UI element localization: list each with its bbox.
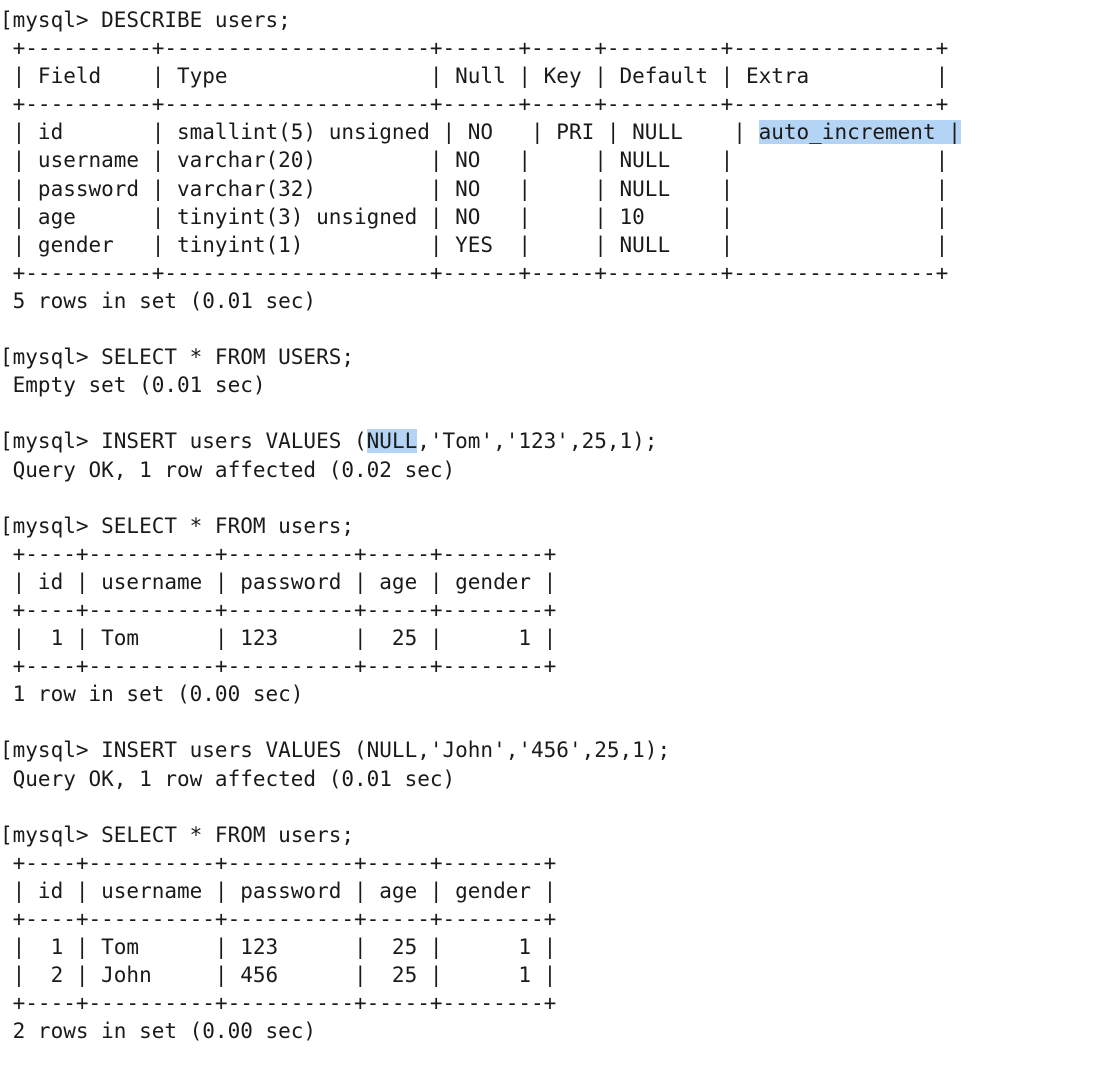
terminal-line-command: [mysql> INSERT users VALUES (NULL,'Tom',… xyxy=(0,427,1106,455)
line-text: | password | varchar(32) | NO | | NULL |… xyxy=(0,176,949,201)
line-text: | id | username | password | age | gende… xyxy=(0,569,557,594)
line-text: +----+----------+----------+-----+------… xyxy=(0,597,557,622)
line-text: [mysql> SELECT * FROM users; xyxy=(0,513,355,538)
line-text: 2 rows in set (0.00 sec) xyxy=(0,1019,317,1044)
line-text: | id | smallint(5) unsigned | NO | PRI |… xyxy=(0,120,759,145)
line-text: +----+----------+----------+-----+------… xyxy=(0,991,557,1016)
line-text: | gender | tinyint(1) | YES | | NULL | | xyxy=(0,232,949,257)
terminal-line-header: | Field | Type | Null | Key | Default | … xyxy=(0,62,1106,90)
line-text-tail: ,'Tom','123',25,1); xyxy=(417,429,658,454)
line-text: +----+----------+----------+-----+------… xyxy=(0,541,557,566)
line-text: | username | varchar(20) | NO | | NULL |… xyxy=(0,148,949,173)
line-text: 5 rows in set (0.01 sec) xyxy=(0,288,317,313)
line-text: +----+----------+----------+-----+------… xyxy=(0,654,557,679)
terminal-line-rule: +----+----------+----------+-----+------… xyxy=(0,989,1106,1017)
line-text: Empty set (0.01 sec) xyxy=(0,373,266,398)
line-text: Query OK, 1 row affected (0.02 sec) xyxy=(0,457,456,482)
terminal-line-rule: +----+----------+----------+-----+------… xyxy=(0,540,1106,568)
terminal-line-rule: +----+----------+----------+-----+------… xyxy=(0,905,1106,933)
line-text: | age | tinyint(3) unsigned | NO | | 10 … xyxy=(0,204,949,229)
terminal-line-command: [mysql> INSERT users VALUES (NULL,'John'… xyxy=(0,736,1106,764)
terminal-line-row: | password | varchar(32) | NO | | NULL |… xyxy=(0,175,1106,203)
terminal-line-status: Empty set (0.01 sec) xyxy=(0,371,1106,399)
line-text: | 1 | Tom | 123 | 25 | 1 | xyxy=(0,626,557,651)
line-text: +----+----------+----------+-----+------… xyxy=(0,850,557,875)
terminal-line-row: | username | varchar(20) | NO | | NULL |… xyxy=(0,146,1106,174)
line-text: Query OK, 1 row affected (0.01 sec) xyxy=(0,766,456,791)
terminal-line-command: [mysql> DESCRIBE users; xyxy=(0,6,1106,34)
line-text: +----------+---------------------+------… xyxy=(0,92,949,117)
line-text: | Field | Type | Null | Key | Default | … xyxy=(0,64,949,89)
terminal-line-row: | 2 | John | 456 | 25 | 1 | xyxy=(0,961,1106,989)
line-text: +----+----------+----------+-----+------… xyxy=(0,907,557,931)
line-text: +----------+---------------------+------… xyxy=(0,260,949,285)
terminal-line-command: [mysql> SELECT * FROM users; xyxy=(0,512,1106,540)
terminal-line-rule: +----------+---------------------+------… xyxy=(0,259,1106,287)
terminal-line-status: Query OK, 1 row affected (0.02 sec) xyxy=(0,456,1106,484)
line-text: [mysql> INSERT users VALUES (NULL,'John'… xyxy=(0,738,671,763)
terminal-line-rule: +----+----------+----------+-----+------… xyxy=(0,596,1106,624)
terminal-line-command: [mysql> SELECT * FROM users; xyxy=(0,821,1106,849)
terminal-line-rule: +----+----------+----------+-----+------… xyxy=(0,849,1106,877)
terminal-line-status: 5 rows in set (0.01 sec) xyxy=(0,287,1106,315)
line-text: | 1 | Tom | 123 | 25 | 1 | xyxy=(0,935,557,960)
terminal-line-row: | 1 | Tom | 123 | 25 | 1 | xyxy=(0,624,1106,652)
terminal-line-row: | 1 | Tom | 123 | 25 | 1 | xyxy=(0,933,1106,961)
terminal-line-status: Query OK, 1 row affected (0.01 sec) xyxy=(0,765,1106,793)
line-text: [mysql> SELECT * FROM USERS; xyxy=(0,345,355,370)
terminal-line-rule: +----------+---------------------+------… xyxy=(0,34,1106,62)
selected-text[interactable]: NULL xyxy=(366,429,418,454)
terminal-line-row: | id | smallint(5) unsigned | NO | PRI |… xyxy=(0,118,1106,146)
line-text: +----------+---------------------+------… xyxy=(0,36,949,61)
terminal-line-status: 1 row in set (0.00 sec) xyxy=(0,680,1106,708)
line-text: [mysql> DESCRIBE users; xyxy=(0,8,291,32)
line-text: [mysql> INSERT users VALUES ( xyxy=(0,429,367,454)
terminal-output[interactable]: [mysql> DESCRIBE users; +----------+----… xyxy=(0,0,1106,1066)
terminal-line-status: 2 rows in set (0.00 sec) xyxy=(0,1017,1106,1045)
line-text: [mysql> SELECT * FROM users; xyxy=(0,822,355,847)
terminal-line-rule: +----------+---------------------+------… xyxy=(0,90,1106,118)
terminal-line-rule: +----+----------+----------+-----+------… xyxy=(0,652,1106,680)
line-text: | 2 | John | 456 | 25 | 1 | xyxy=(0,963,557,988)
terminal-line-header: | id | username | password | age | gende… xyxy=(0,877,1106,905)
terminal-line-row: | age | tinyint(3) unsigned | NO | | 10 … xyxy=(0,203,1106,231)
terminal-line-command: [mysql> SELECT * FROM USERS; xyxy=(0,343,1106,371)
selected-text[interactable]: auto_increment | xyxy=(758,120,961,145)
terminal-line-header: | id | username | password | age | gende… xyxy=(0,568,1106,596)
line-text: 1 row in set (0.00 sec) xyxy=(0,682,304,707)
line-text: | id | username | password | age | gende… xyxy=(0,878,557,903)
terminal-line-row: | gender | tinyint(1) | YES | | NULL | | xyxy=(0,231,1106,259)
